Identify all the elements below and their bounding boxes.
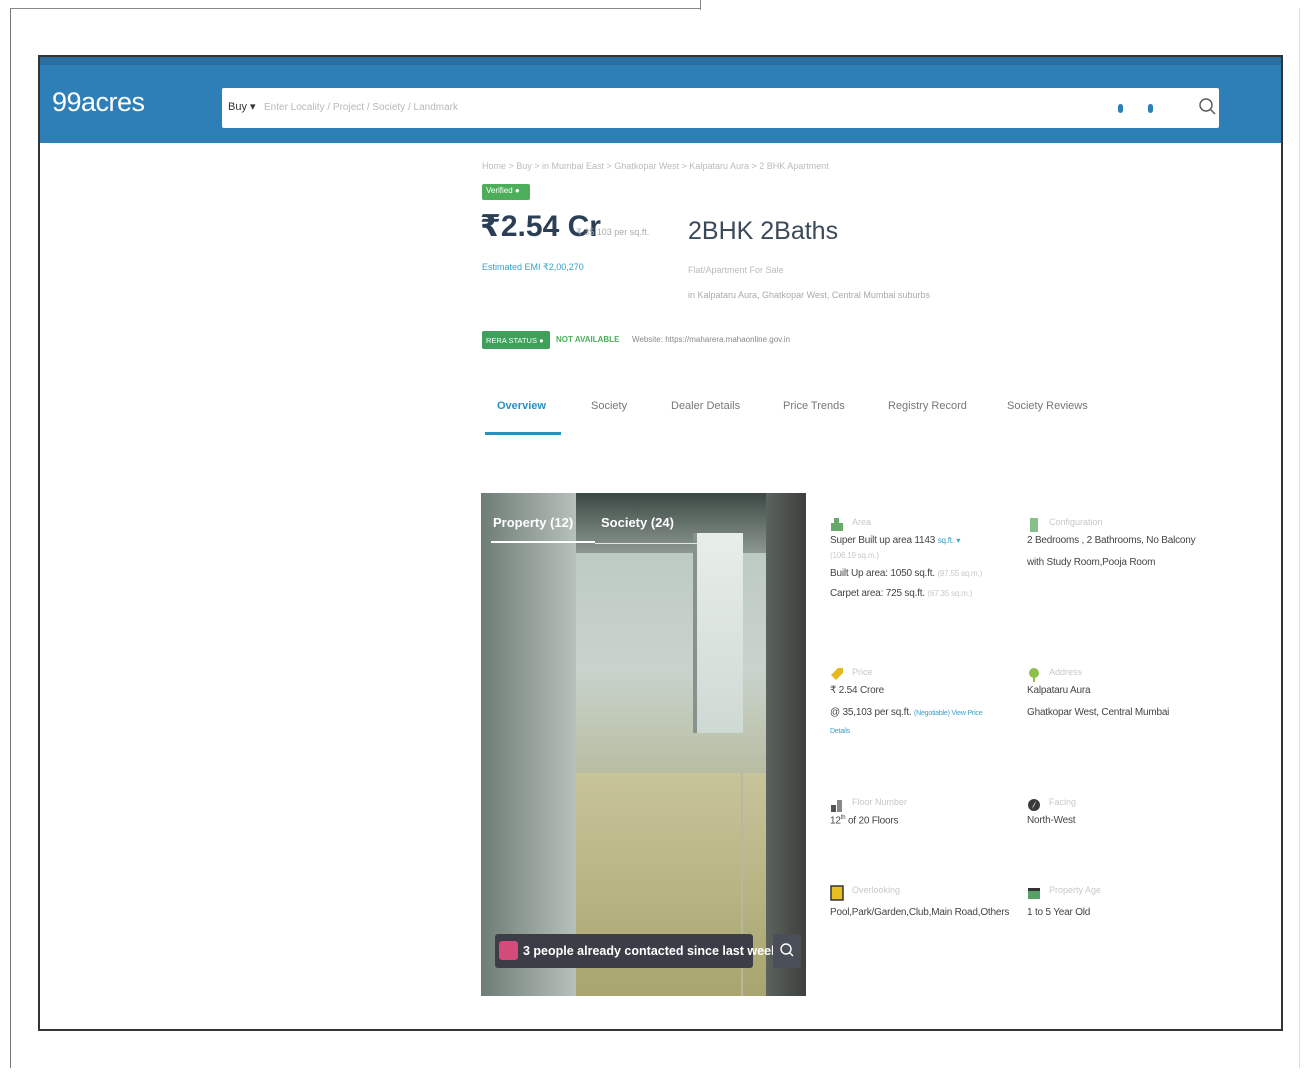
tab-society[interactable]: Society <box>591 400 627 412</box>
view-price-details-link[interactable]: (Negotiable) View Price <box>914 710 983 717</box>
compass-icon <box>1028 799 1040 811</box>
window-icon <box>830 885 844 901</box>
price-details-link[interactable]: Details <box>830 728 850 735</box>
info-icon: ● <box>539 336 544 345</box>
door-icon <box>1030 518 1038 532</box>
buy-select[interactable]: Buy ▾ <box>228 100 256 113</box>
built-up-area: Built Up area: 1050 sq.ft. <box>830 568 935 579</box>
floor-icon <box>831 800 842 812</box>
property-address: in Kalpataru Aura, Ghatkopar West, Centr… <box>688 290 930 300</box>
overlooking-value: Pool,Park/Garden,Club,Main Road,Others <box>830 907 1010 918</box>
verified-badge: Verified ● <box>482 184 530 200</box>
contact-text: 3 people already contacted since last we… <box>523 944 778 958</box>
zoom-icon <box>780 943 794 957</box>
info-floor-label: Floor Number <box>852 797 908 807</box>
info-overlooking-label: Overlooking <box>852 885 901 895</box>
gallery-tab-society[interactable]: Society (24) <box>601 515 674 530</box>
total-floors: of 20 Floors <box>847 815 899 827</box>
search-icon[interactable] <box>1197 96 1219 118</box>
mic-icon[interactable] <box>1148 104 1153 113</box>
breadcrumb[interactable]: Home > Buy > in Mumbai East > Ghatkopar … <box>482 161 829 171</box>
property-title: 2BHK 2Baths <box>688 217 839 245</box>
configuration-extra-rooms: with Study Room,Pooja Room <box>1027 557 1156 568</box>
site-header: 99acres Buy ▾ <box>40 57 1281 143</box>
photo-doorway <box>693 533 743 733</box>
tab-society-reviews[interactable]: Society Reviews <box>1007 400 1088 412</box>
chevron-down-icon: ▾ <box>956 536 961 545</box>
buy-select-label: Buy <box>228 101 247 113</box>
rera-value: NOT AVAILABLE <box>556 335 620 344</box>
photo-wall <box>766 493 806 996</box>
price-crore: ₹ 2.54 Crore <box>830 685 884 696</box>
browser-screen: 99acres Buy ▾ Home > Buy > in Mumbai Eas… <box>38 55 1283 1031</box>
unit-select[interactable]: sq.ft. <box>938 536 954 545</box>
configuration-rooms: 2 Bedrooms , 2 Bathrooms, No Balcony <box>1027 535 1196 546</box>
tab-registry-record[interactable]: Registry Record <box>888 400 967 412</box>
search-bar: Buy ▾ <box>222 88 1219 128</box>
active-tab-indicator <box>485 432 561 435</box>
area-icon <box>831 518 843 531</box>
floor-suffix: th <box>840 815 846 821</box>
info-age-label: Property Age <box>1049 885 1102 895</box>
photo-wall <box>481 493 576 996</box>
rera-status-badge: RERA STATUS ● <box>482 331 550 349</box>
people-icon <box>499 941 518 960</box>
property-info-panel: Area Super Built up area 1143 sq.ft. ▾ (… <box>830 517 1220 997</box>
price-tag-icon <box>831 668 843 680</box>
rera-label: RERA STATUS <box>486 336 537 345</box>
built-up-area-sqm: (97.55 sq.m.) <box>937 569 982 578</box>
scan-edge <box>700 0 701 10</box>
super-area-sqm: (106.19 sq.m.) <box>830 551 879 560</box>
verified-label: Verified <box>486 186 513 195</box>
contact-banner: 3 people already contacted since last we… <box>495 934 778 968</box>
gallery-tab-indicator <box>491 541 595 543</box>
gallery-tab-property[interactable]: Property (12) <box>493 515 573 530</box>
info-area-label: Area <box>852 517 872 527</box>
address-locality: Ghatkopar West, Central Mumbai <box>1027 707 1170 718</box>
site-logo[interactable]: 99acres <box>52 87 145 118</box>
property-age-value: 1 to 5 Year Old <box>1027 907 1091 918</box>
info-address-label: Address <box>1049 667 1083 677</box>
price-per-sqft: ₹ 35,103 per sq.ft. <box>576 227 650 237</box>
photo-gallery[interactable]: Property (12) Society (24) 3 people alre… <box>481 493 836 996</box>
carpet-area: Carpet area: 725 sq.ft. <box>830 588 925 599</box>
address-icon <box>1029 668 1039 682</box>
address-society: Kalpataru Aura <box>1027 685 1091 696</box>
emi-link[interactable]: Estimated EMI ₹2,00,270 <box>482 262 584 273</box>
location-icon[interactable] <box>1118 104 1123 113</box>
gallery-tab-divider <box>595 543 701 544</box>
calendar-icon <box>1028 888 1040 899</box>
super-built-up-area: Super Built up area 1143 <box>830 535 936 546</box>
rera-website[interactable]: Website: https://maharera.mahaonline.gov… <box>632 335 790 344</box>
tab-price-trends[interactable]: Price Trends <box>783 400 845 412</box>
listing-type: Flat/Apartment For Sale <box>688 265 784 275</box>
facing-direction: North-West <box>1027 815 1076 826</box>
price-per-sqft-detail: @ 35,103 per sq.ft. <box>830 707 912 718</box>
info-price-label: Price <box>852 667 873 677</box>
tab-overview[interactable]: Overview <box>497 400 546 412</box>
carpet-area-sqm: (67.35 sq.m.) <box>927 589 973 598</box>
info-configuration-label: Configuration <box>1049 517 1103 527</box>
zoom-button[interactable] <box>773 934 801 968</box>
scan-edge <box>10 8 700 9</box>
search-input[interactable] <box>264 98 964 116</box>
tab-dealer-details[interactable]: Dealer Details <box>671 400 740 412</box>
floor-number: 12 <box>830 815 841 827</box>
section-tabs: Overview Society Dealer Details Price Tr… <box>485 390 1225 438</box>
check-icon: ● <box>514 186 520 195</box>
info-facing-label: Facing <box>1049 797 1077 807</box>
chevron-down-icon: ▾ <box>250 101 256 113</box>
